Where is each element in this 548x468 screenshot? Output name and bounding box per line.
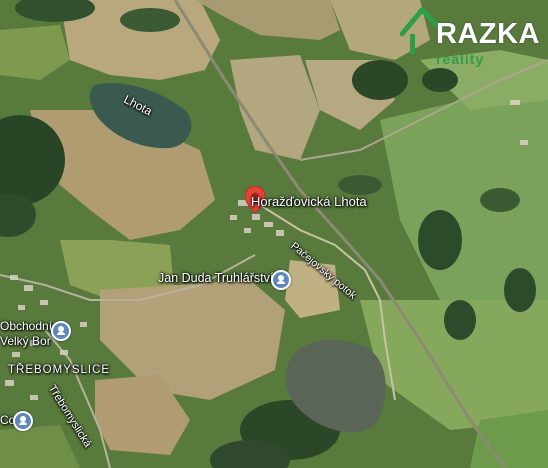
poi-marker-icon[interactable]: [51, 321, 71, 341]
logo-subtitle: reality: [436, 51, 485, 67]
poi-marker-icon[interactable]: [271, 270, 291, 290]
razka-reality-logo: RAZKA reality: [400, 4, 546, 70]
poi-shop-label-line2[interactable]: Velký Bor: [0, 334, 51, 348]
map-view[interactable]: RAZKA reality Lhota Horažďovická Lhota P…: [0, 0, 548, 468]
logo-wordmark: RAZKA: [436, 18, 540, 50]
satellite-terrain: [0, 0, 548, 468]
poi-shop-label-line1[interactable]: Obchodní: [0, 319, 52, 333]
house-roof-icon: [400, 7, 440, 54]
district-label: TŘEBOMYSLICE: [8, 364, 111, 376]
town-label[interactable]: Horažďovická Lhota: [251, 194, 367, 209]
poi-carpentry-label[interactable]: Jan Duda Truhlářství: [158, 271, 273, 285]
poi-marker-icon[interactable]: [13, 411, 33, 431]
